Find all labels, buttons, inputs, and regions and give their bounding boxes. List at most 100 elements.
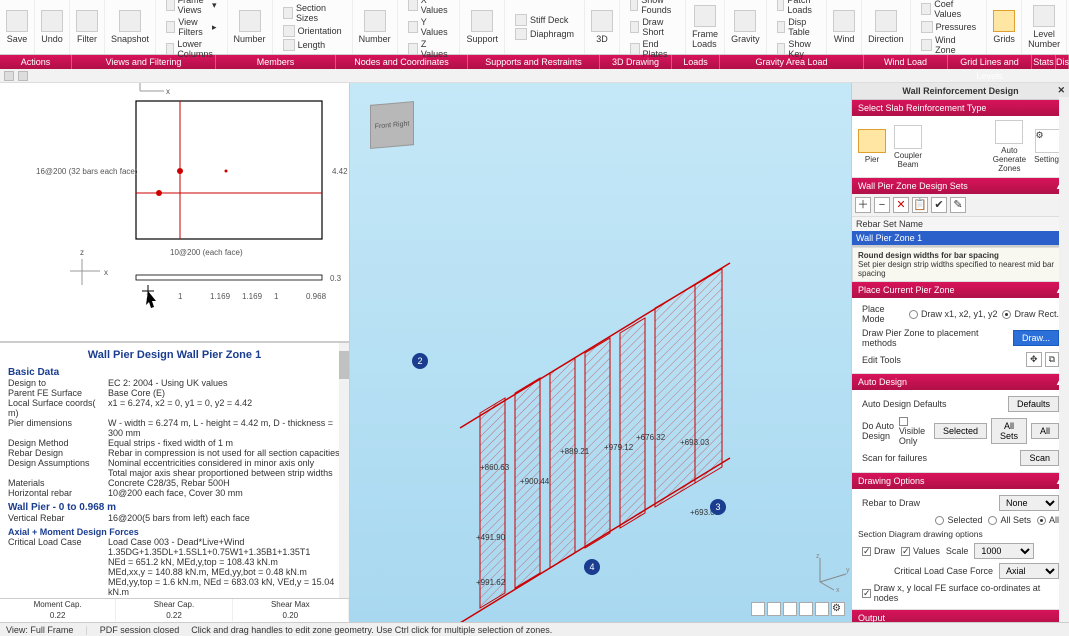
left-bar-label: 16@200 (32 bars each face): [36, 167, 138, 176]
zoom-icon[interactable]: [4, 71, 14, 81]
type-pier[interactable]: Pier: [858, 129, 886, 164]
rebar-to-draw-select[interactable]: None: [999, 495, 1059, 511]
orientation-button[interactable]: Orientation: [283, 25, 342, 37]
svg-text:z: z: [80, 248, 84, 257]
vp-tool-2[interactable]: [767, 602, 781, 616]
delete-zone-icon[interactable]: ✕: [893, 197, 909, 213]
direction-button[interactable]: Direction: [868, 10, 904, 44]
zone-row-selected[interactable]: Wall Pier Zone 1: [852, 231, 1069, 245]
check-zone-icon[interactable]: ✔: [931, 197, 947, 213]
undo-button[interactable]: Undo: [41, 10, 63, 44]
place-zone-header: Place Current Pier Zone: [858, 285, 955, 295]
wind-zone-button[interactable]: Wind Zone: [921, 35, 977, 55]
selected-button[interactable]: Selected: [934, 423, 987, 439]
section-sizes-button[interactable]: Section Sizes: [283, 3, 342, 23]
category-loads: Loads: [672, 55, 720, 69]
y-values-button[interactable]: Y Values: [408, 17, 450, 37]
defaults-button[interactable]: Defaults: [1008, 396, 1059, 412]
save-button[interactable]: Save: [6, 10, 28, 44]
copy-tool-icon[interactable]: ⧉: [1045, 352, 1059, 367]
all-sets-button[interactable]: All Sets: [991, 418, 1027, 444]
vp-tool-5[interactable]: [815, 602, 829, 616]
force-label: +491.90: [476, 533, 505, 542]
view-filters-button[interactable]: View Filters ▸: [166, 17, 217, 37]
auto-generate-zones[interactable]: Auto Generate Zones: [993, 120, 1026, 173]
panel-close-icon[interactable]: ✕: [1057, 85, 1065, 96]
level-number-button[interactable]: Level Number: [1028, 5, 1060, 49]
coef-values-button[interactable]: Coef Values: [921, 0, 977, 19]
svg-text:y: y: [846, 567, 850, 574]
vp-tool-1[interactable]: [751, 602, 765, 616]
category-3d-drawing: 3D Drawing: [600, 55, 672, 69]
vp-tool-3[interactable]: [783, 602, 797, 616]
panel-settings[interactable]: ⚙Settings: [1034, 129, 1063, 164]
members-number-button[interactable]: Number: [234, 10, 266, 44]
draw-button[interactable]: Draw...: [1013, 330, 1059, 346]
visible-only-chk[interactable]: [899, 417, 908, 426]
draw-short-button[interactable]: Draw Short: [630, 17, 675, 37]
gravity-button[interactable]: Gravity: [731, 10, 760, 44]
frame-loads-button[interactable]: Frame Loads: [692, 5, 718, 49]
vp-tool-4[interactable]: [799, 602, 813, 616]
category-nodes-and-coordinates: Nodes and Coordinates: [336, 55, 468, 69]
section-drawing[interactable]: 16@200 (32 bars each face) 10@200 (each …: [0, 83, 349, 343]
category-stats: Stats: [1032, 55, 1056, 69]
axial-header: Axial + Moment Design Forces: [8, 527, 341, 537]
add-zone-icon[interactable]: ＋: [855, 197, 871, 213]
zone-sets-header: Wall Pier Zone Design Sets: [858, 181, 968, 191]
diaphragm-button[interactable]: Diaphragm: [515, 28, 574, 40]
scan-button[interactable]: Scan: [1020, 450, 1059, 466]
pressures-button[interactable]: Pressures: [921, 21, 977, 33]
move-tool-icon[interactable]: ✥: [1026, 352, 1042, 367]
force-label: +860.63: [480, 463, 509, 472]
patch-loads-button[interactable]: Patch Loads: [777, 0, 817, 15]
panel-title: Wall Reinforcement Design: [902, 86, 1018, 96]
disp-table-button[interactable]: Disp Table: [777, 17, 817, 37]
select-slab-header: Select Slab Reinforcement Type: [858, 103, 986, 113]
node-badge-4: 4: [584, 559, 600, 575]
paste-zone-icon[interactable]: 📋: [912, 197, 928, 213]
values-chk[interactable]: [901, 547, 910, 556]
critical-force-select[interactable]: Axial: [999, 563, 1059, 579]
force-label: +693.03: [680, 438, 709, 447]
pan-icon[interactable]: [18, 71, 28, 81]
viewport-toolbar[interactable]: ⚙: [751, 602, 845, 616]
length-button[interactable]: Length: [283, 39, 342, 51]
stiff-deck-button[interactable]: Stiff Deck: [515, 14, 574, 26]
category-members: Members: [216, 55, 336, 69]
show-founds-button[interactable]: Show Founds: [630, 0, 675, 15]
draw-selected-radio[interactable]: [935, 516, 944, 525]
top-right-dim: 0.3: [330, 274, 342, 283]
3d-viewport[interactable]: Front Right +676.32+491.90+860.63+900.44…: [350, 83, 851, 622]
grids-button[interactable]: Grids: [993, 10, 1015, 44]
3d-button[interactable]: 3D: [591, 10, 613, 44]
draw-all-radio[interactable]: [1037, 516, 1046, 525]
wind-button[interactable]: Wind: [833, 10, 855, 44]
x-values-button[interactable]: X Values: [408, 0, 450, 15]
draw-x1x2-radio[interactable]: [909, 310, 918, 319]
category-views-and-filtering: Views and Filtering: [72, 55, 216, 69]
draw-xy-chk[interactable]: [862, 589, 871, 598]
remove-zone-icon[interactable]: −: [874, 197, 890, 213]
draw-rect-radio[interactable]: [1002, 310, 1011, 319]
auto-design-header: Auto Design: [858, 377, 907, 387]
all-button[interactable]: All: [1031, 423, 1059, 439]
draw-chk[interactable]: [862, 547, 871, 556]
type-coupler-beam[interactable]: Coupler Beam: [894, 125, 922, 169]
frame-views-button[interactable]: Frame Views ▾: [166, 0, 217, 15]
bottom-bar-label: 10@200 (each face): [170, 248, 243, 257]
design-report[interactable]: Wall Pier Design Wall Pier Zone 1 Basic …: [0, 343, 349, 598]
category-wind-load: Wind Load: [864, 55, 948, 69]
scale-select[interactable]: 1000: [974, 543, 1034, 559]
vp-tool-gear[interactable]: ⚙: [831, 602, 845, 616]
node-badge-2: 2: [412, 353, 428, 369]
draw-allsets-radio[interactable]: [988, 516, 997, 525]
wall-pier-header: Wall Pier - 0 to 0.968 m: [8, 502, 341, 513]
edit-zone-icon[interactable]: ✎: [950, 197, 966, 213]
snapshot-button[interactable]: Snapshot: [111, 10, 149, 44]
support-button[interactable]: Support: [466, 10, 498, 44]
filter-button[interactable]: Filter: [76, 10, 98, 44]
svg-text:x: x: [836, 587, 840, 592]
report-scrollbar[interactable]: [339, 343, 349, 598]
nodes-number-button[interactable]: Number: [359, 10, 391, 44]
